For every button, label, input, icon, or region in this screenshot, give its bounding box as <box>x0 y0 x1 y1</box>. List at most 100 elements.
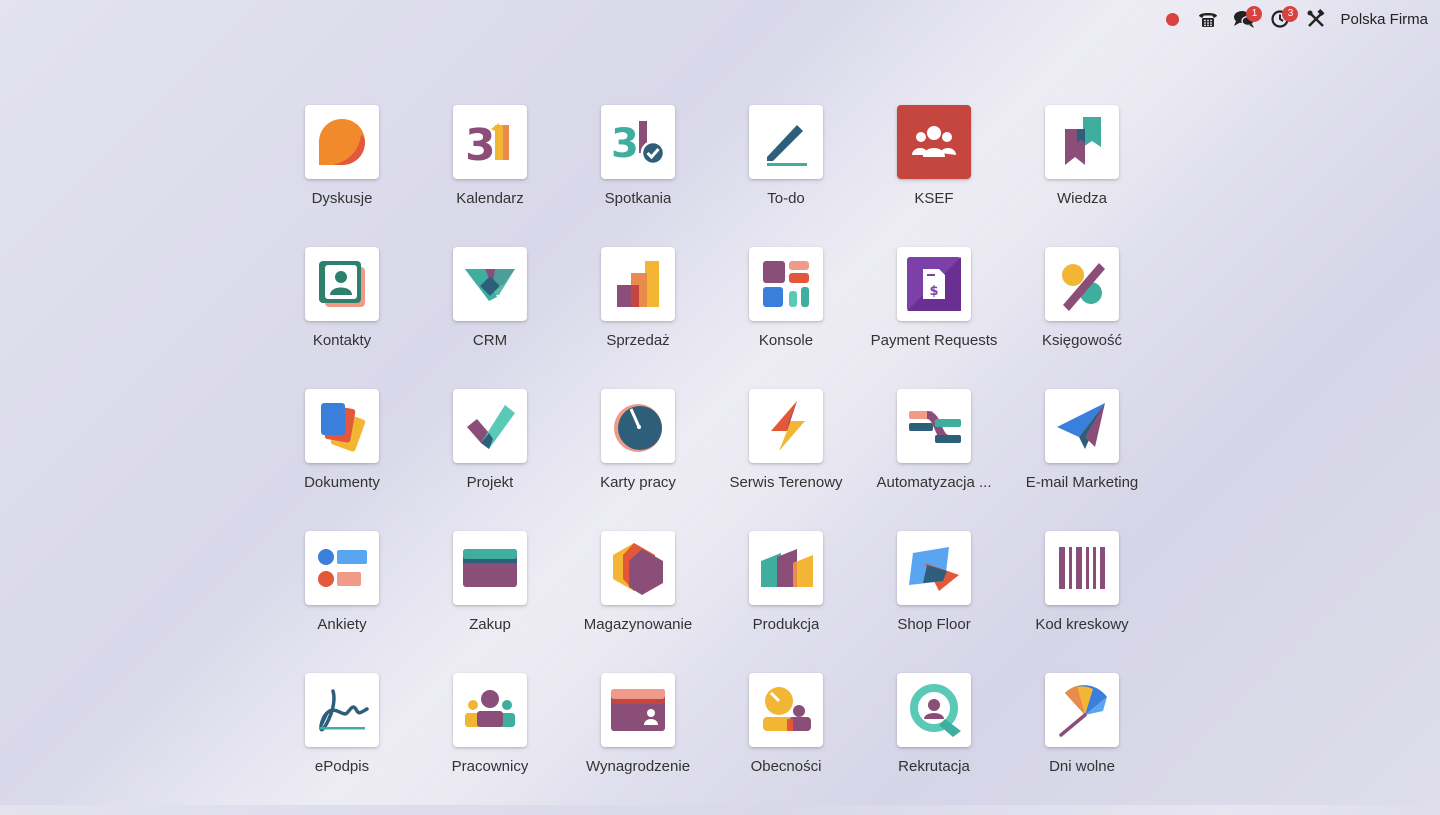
app-tile[interactable] <box>897 389 971 463</box>
app-email-marketing[interactable]: E-mail Marketing <box>1008 389 1156 531</box>
app-tile[interactable] <box>601 531 675 605</box>
phone-button[interactable] <box>1190 0 1226 38</box>
app-purchase[interactable]: Zakup <box>416 531 564 673</box>
app-field-service[interactable]: Serwis Terenowy <box>712 389 860 531</box>
app-label: Ankiety <box>317 616 367 633</box>
app-tile[interactable] <box>453 531 527 605</box>
app-inventory[interactable]: Magazynowanie <box>564 531 712 673</box>
app-label: Magazynowanie <box>583 616 693 633</box>
app-todo[interactable]: To-do <box>712 105 860 247</box>
project-icon <box>467 405 515 449</box>
app-tile[interactable]: 3 <box>453 105 527 179</box>
app-tile[interactable] <box>305 105 379 179</box>
app-label: Karty pracy <box>600 474 676 491</box>
app-time-off[interactable]: Dni wolne <box>1008 673 1156 815</box>
barcode-icon <box>1059 547 1105 589</box>
app-sales[interactable]: Sprzedaż <box>564 247 712 389</box>
app-knowledge[interactable]: Wiedza <box>1008 105 1156 247</box>
app-tile[interactable] <box>897 105 971 179</box>
app-tile[interactable] <box>305 389 379 463</box>
app-tile[interactable] <box>749 531 823 605</box>
top-navbar: 1 3 Polska Firma <box>1154 0 1440 38</box>
app-label: Pracownicy <box>451 758 529 775</box>
app-tile[interactable] <box>897 673 971 747</box>
app-label: Payment Requests <box>870 332 998 349</box>
debug-tools-button[interactable] <box>1298 0 1334 38</box>
app-tile[interactable] <box>1045 673 1119 747</box>
app-label: KSEF <box>914 190 954 207</box>
app-label: Sprzedaż <box>606 332 670 349</box>
app-tile[interactable] <box>453 389 527 463</box>
app-tile[interactable] <box>305 247 379 321</box>
app-label: To-do <box>767 190 805 207</box>
field-service-icon <box>771 401 805 451</box>
app-employees[interactable]: Pracownicy <box>416 673 564 815</box>
app-payroll[interactable]: Wynagrodzenie <box>564 673 712 815</box>
app-accounting[interactable]: Księgowość <box>1008 247 1156 389</box>
email-marketing-icon <box>1057 403 1105 449</box>
app-tile[interactable] <box>1045 247 1119 321</box>
discuss-icon <box>319 119 365 165</box>
app-attendances[interactable]: Obecności <box>712 673 860 815</box>
app-tile[interactable] <box>749 105 823 179</box>
app-appointments[interactable]: 3 Spotkania <box>564 105 712 247</box>
app-grid: Dyskusje 3 Kalendarz 3 Spotkania To-do K… <box>268 105 1156 815</box>
app-tile[interactable] <box>453 247 527 321</box>
app-label: Projekt <box>466 474 514 491</box>
shop-floor-icon <box>909 547 959 591</box>
app-manufacturing[interactable]: Produkcja <box>712 531 860 673</box>
app-label: Dokumenty <box>304 474 380 491</box>
app-documents[interactable]: Dokumenty <box>268 389 416 531</box>
knowledge-icon <box>1065 117 1101 165</box>
app-label: Shop Floor <box>897 616 971 633</box>
messages-button[interactable]: 1 <box>1226 0 1263 38</box>
app-tile[interactable] <box>749 247 823 321</box>
inventory-icon <box>613 543 663 595</box>
app-dashboards[interactable]: Konsole <box>712 247 860 389</box>
ksef-icon <box>897 105 971 179</box>
app-sign[interactable]: ePodpis <box>268 673 416 815</box>
app-label: Zakup <box>469 616 511 633</box>
app-tile[interactable] <box>1045 105 1119 179</box>
app-discuss[interactable]: Dyskusje <box>268 105 416 247</box>
app-tile[interactable] <box>749 673 823 747</box>
phone-icon <box>1199 13 1218 27</box>
app-tile[interactable] <box>601 389 675 463</box>
automation-icon <box>909 411 961 443</box>
app-label: Spotkania <box>604 190 672 207</box>
app-tile[interactable] <box>601 673 675 747</box>
activities-badge: 3 <box>1282 6 1299 22</box>
app-tile[interactable] <box>749 389 823 463</box>
svg-text:3: 3 <box>611 121 639 167</box>
company-switcher[interactable]: Polska Firma <box>1340 11 1428 28</box>
app-tile[interactable] <box>897 531 971 605</box>
app-tile[interactable] <box>305 673 379 747</box>
app-tile[interactable] <box>1045 389 1119 463</box>
app-tile[interactable] <box>601 247 675 321</box>
accounting-icon <box>1062 263 1105 311</box>
app-label: Wiedza <box>1056 190 1108 207</box>
app-shop-floor[interactable]: Shop Floor <box>860 531 1008 673</box>
app-tile[interactable]: 3 <box>601 105 675 179</box>
app-label: Kontakty <box>312 332 372 349</box>
app-tile[interactable] <box>453 673 527 747</box>
app-crm[interactable]: CRM <box>416 247 564 389</box>
app-tile[interactable] <box>305 531 379 605</box>
record-indicator[interactable] <box>1154 0 1190 38</box>
app-barcode[interactable]: Kod kreskowy <box>1008 531 1156 673</box>
app-surveys[interactable]: Ankiety <box>268 531 416 673</box>
app-tile[interactable] <box>1045 531 1119 605</box>
app-calendar[interactable]: 3 Kalendarz <box>416 105 564 247</box>
app-ksef[interactable]: KSEF <box>860 105 1008 247</box>
app-contacts[interactable]: Kontakty <box>268 247 416 389</box>
contacts-icon <box>319 261 365 307</box>
app-project[interactable]: Projekt <box>416 389 564 531</box>
app-recruitment[interactable]: Rekrutacja <box>860 673 1008 815</box>
app-label: Rekrutacja <box>898 758 970 775</box>
activities-button[interactable]: 3 <box>1262 0 1299 38</box>
app-timesheets[interactable]: Karty pracy <box>564 389 712 531</box>
app-automation[interactable]: Automatyzacja ... <box>860 389 1008 531</box>
app-payment-requests[interactable]: $ Payment Requests <box>860 247 1008 389</box>
app-label: Dni wolne <box>1049 758 1115 775</box>
app-tile[interactable]: $ <box>897 247 971 321</box>
